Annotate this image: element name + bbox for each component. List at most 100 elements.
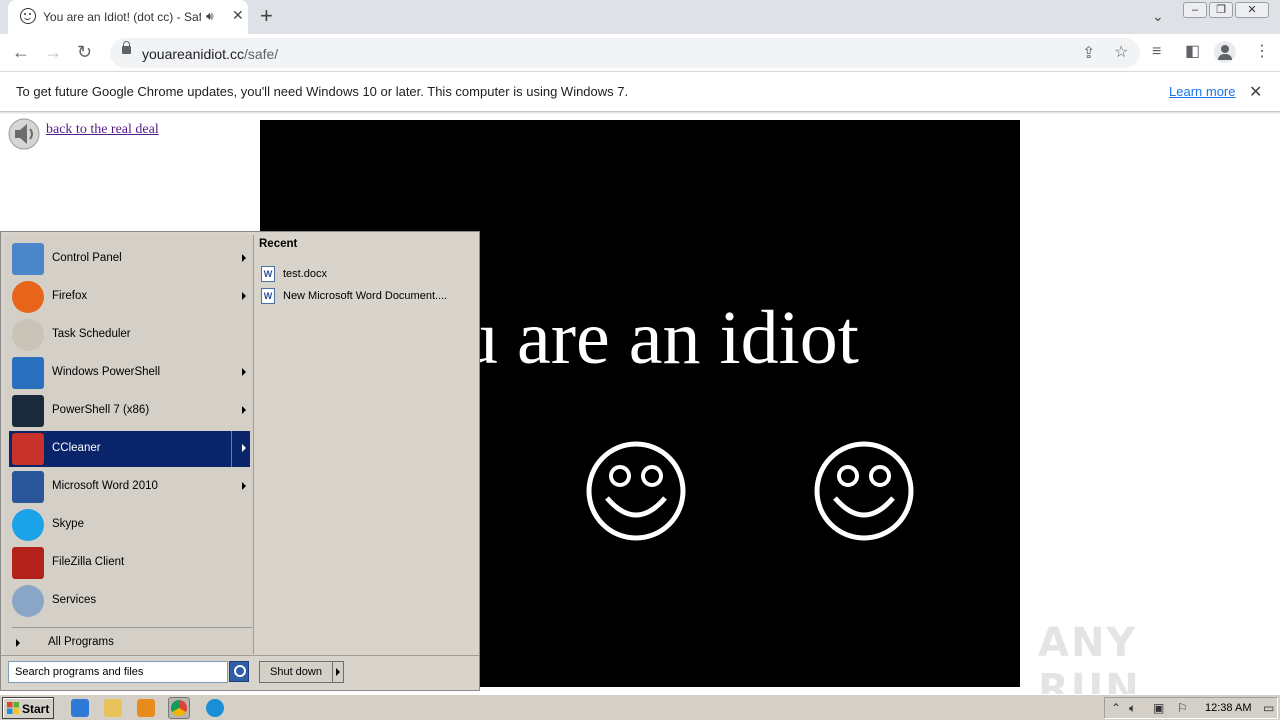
back-arrow-icon[interactable]: ← (12, 42, 30, 62)
word-icon (12, 471, 44, 503)
speaker-icon[interactable] (8, 118, 40, 150)
programs-pane: Control Panel Firefox Task Scheduler Window… (4, 235, 254, 654)
start-menu-item[interactable]: CCleaner (9, 431, 250, 467)
menu-kebab-icon[interactable]: ⋮ (1254, 42, 1270, 62)
start-menu-bottom: Search programs and files Shut down (1, 655, 479, 690)
system-tray: ⌃ 🔈︎ ▣ ⚐ 12:38 AM ▭ (1104, 697, 1278, 719)
forward-arrow-icon[interactable]: → (44, 42, 62, 62)
share-icon[interactable]: ⇪ (1082, 44, 1095, 64)
submenu-arrow-icon[interactable] (242, 254, 246, 262)
speaker-icon[interactable]: 🔊︎ (206, 9, 214, 24)
profile-avatar[interactable] (1214, 41, 1236, 63)
start-menu-item[interactable]: FileZilla Client (9, 545, 250, 581)
submenu-arrow-icon[interactable] (242, 292, 246, 300)
volume-icon[interactable]: 🔈︎ (1129, 701, 1136, 716)
tab-title: You are an Idiot! (dot cc) - Safe (43, 10, 201, 24)
start-menu: Control Panel Firefox Task Scheduler Window… (0, 231, 480, 691)
internet-explorer-icon[interactable] (71, 699, 89, 717)
start-menu-item[interactable]: Firefox (9, 279, 250, 315)
restore-button[interactable]: ❐ (1209, 2, 1233, 18)
chevron-down-icon[interactable]: ⌄ (1152, 8, 1164, 25)
start-menu-item[interactable]: Control Panel (9, 241, 250, 277)
shut-down-options-button[interactable] (332, 661, 344, 683)
search-programs-input[interactable]: Search programs and files (8, 661, 228, 683)
start-menu-item-label: Microsoft Word 2010 (52, 480, 158, 492)
submenu-arrow-icon[interactable] (242, 368, 246, 376)
toolbar: ← → ↻ youareanidiot.cc/safe/ ⇪ ☆ ≡ ◧ ⋮ (0, 34, 1280, 72)
show-hidden-icons[interactable]: ⌃ (1111, 701, 1121, 715)
profile-head-icon (1221, 45, 1229, 53)
learn-more-link[interactable]: Learn more (1169, 84, 1235, 99)
start-menu-item[interactable]: PowerShell 7 (x86) (9, 393, 250, 429)
submenu-arrow-icon[interactable] (242, 444, 246, 452)
filezilla-icon (12, 547, 44, 579)
word-doc-icon: W (261, 288, 275, 304)
powershell-icon (12, 357, 44, 389)
ccleaner-icon (12, 433, 44, 465)
start-menu-item-label: Firefox (52, 290, 88, 302)
search-icon[interactable] (229, 661, 249, 682)
close-window-button[interactable]: ✕ (1235, 2, 1269, 18)
infobar-close-icon[interactable]: ✕ (1249, 82, 1262, 102)
smiley-face-icon (586, 441, 686, 541)
movie-caption: u are an idiot (460, 296, 859, 380)
tab-strip: You are an Idiot! (dot cc) - Safe 🔊︎ ✕ +… (0, 0, 1280, 34)
tab-youareanidiot[interactable]: You are an Idiot! (dot cc) - Safe 🔊︎ ✕ (8, 0, 248, 34)
powershell7-icon (12, 395, 44, 427)
start-button[interactable]: Start (2, 697, 54, 719)
back-to-real-deal-link[interactable]: back to the real deal (46, 122, 159, 138)
bookmark-star-icon[interactable]: ☆ (1114, 43, 1128, 63)
action-center-flag-icon[interactable]: ⚐ (1177, 701, 1188, 715)
start-menu-item-label: Task Scheduler (52, 328, 131, 340)
recent-pane: Recent W test.docx W New Microsoft Word … (257, 235, 477, 654)
lock-icon[interactable] (122, 41, 131, 54)
clock[interactable]: 12:38 AM (1205, 702, 1251, 714)
start-menu-item-label: Windows PowerShell (52, 366, 161, 378)
start-menu-item[interactable]: Microsoft Word 2010 (9, 469, 250, 505)
triangle-right-icon (16, 639, 20, 647)
start-menu-item[interactable]: Services (9, 583, 250, 619)
submenu-arrow-icon[interactable] (242, 406, 246, 414)
skype-icon (12, 509, 44, 541)
taskbar: Start ⌃ 🔈︎ ▣ ⚐ 12:38 AM ▭ (0, 694, 1280, 720)
url-text: youareanidiot.cc/safe/ (142, 46, 279, 62)
submenu-arrow-icon[interactable] (242, 482, 246, 490)
reload-icon[interactable]: ↻ (77, 42, 92, 62)
word-doc-icon: W (261, 266, 275, 282)
submenu-divider (231, 431, 232, 467)
folder-icon[interactable] (104, 699, 122, 717)
start-menu-item-label: FileZilla Client (52, 556, 125, 568)
start-menu-item-label: PowerShell 7 (x86) (52, 404, 150, 416)
media-control-icon[interactable]: ≡ (1152, 42, 1161, 62)
show-desktop-icon[interactable]: ▭ (1263, 701, 1274, 715)
windows-flag-icon (7, 702, 19, 714)
services-icon (12, 585, 44, 617)
new-tab-button[interactable]: + (260, 4, 273, 28)
chrome-icon (171, 700, 187, 716)
profile-body-icon (1218, 54, 1232, 60)
infobar-message: To get future Google Chrome updates, you… (16, 84, 629, 99)
start-menu-item-label: Services (52, 594, 97, 606)
network-icon[interactable]: ▣ (1153, 701, 1164, 715)
recent-item[interactable]: W test.docx (261, 264, 471, 284)
start-menu-item-label: CCleaner (52, 442, 101, 454)
start-menu-item[interactable]: Skype (9, 507, 250, 543)
media-player-icon[interactable] (137, 699, 155, 717)
firefox-icon (12, 281, 44, 313)
recent-item[interactable]: W New Microsoft Word Document.... (261, 286, 471, 306)
minimize-button[interactable]: – (1183, 2, 1207, 18)
tab-close-icon[interactable]: ✕ (232, 7, 244, 24)
start-menu-item[interactable]: Windows PowerShell (9, 355, 250, 391)
task-scheduler-icon (12, 319, 44, 351)
start-menu-item-label: Control Panel (52, 252, 122, 264)
all-programs-button[interactable]: All Programs (12, 633, 252, 653)
anyrun-watermark: ANY RUN (1038, 612, 1238, 712)
start-menu-item[interactable]: Task Scheduler (9, 317, 250, 353)
edge-icon[interactable] (206, 699, 224, 717)
address-bar[interactable]: youareanidiot.cc/safe/ ⇪ ☆ (110, 38, 1140, 68)
recent-item-label: test.docx (283, 268, 328, 280)
chrome-taskbar-button[interactable] (168, 697, 190, 719)
side-panel-icon[interactable]: ◧ (1185, 42, 1200, 62)
shut-down-button[interactable]: Shut down (259, 661, 333, 683)
separator (12, 627, 252, 628)
